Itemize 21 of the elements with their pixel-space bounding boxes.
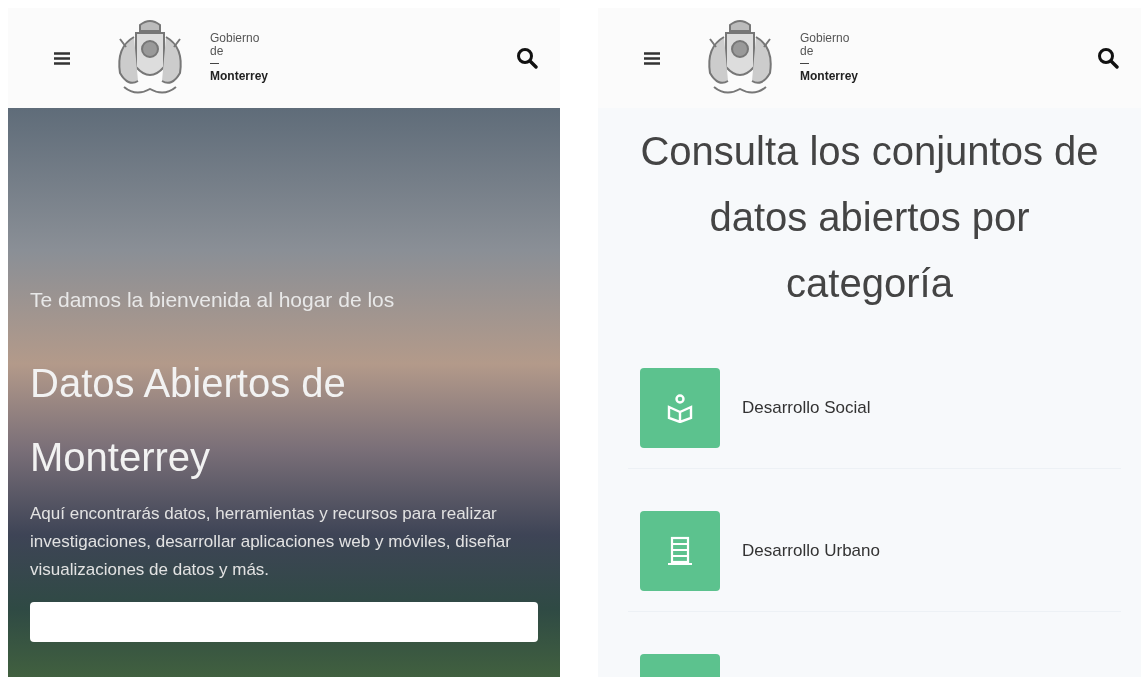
logo-text: Monterrey	[800, 68, 858, 84]
reader-icon	[667, 393, 693, 423]
input-field[interactable]	[30, 602, 538, 642]
menu-icon[interactable]	[54, 51, 70, 65]
search-icon[interactable]	[516, 47, 538, 69]
category-tile[interactable]	[640, 368, 720, 448]
logo-text: de	[210, 45, 225, 58]
hero-kicker: Te damos la bienvenida al hogar de los	[30, 288, 396, 312]
search-icon[interactable]	[1097, 47, 1119, 69]
logo-text: de	[800, 45, 815, 58]
building-icon	[667, 536, 693, 566]
category-tile[interactable]	[640, 511, 720, 591]
section-heading: Consulta los conjuntos de datos abiertos por categoría	[639, 128, 1100, 307]
hero-description: Aquí encontrarás datos, herramientas y recursos para realizar investigaciones, desarrollar aplicaciones web y móviles, diseñar visualizaciones de datos y más.	[30, 503, 512, 581]
category-link[interactable]: Desarrollo Urbano	[742, 541, 880, 561]
menu-icon[interactable]	[644, 51, 660, 65]
logo-text: Monterrey	[210, 68, 268, 84]
hero-title: Datos Abiertos de Monterrey	[30, 360, 347, 481]
logo-text: Gobierno	[800, 32, 851, 45]
logo-text: Gobierno	[210, 32, 261, 45]
category-link[interactable]: Desarrollo Social	[742, 398, 871, 418]
